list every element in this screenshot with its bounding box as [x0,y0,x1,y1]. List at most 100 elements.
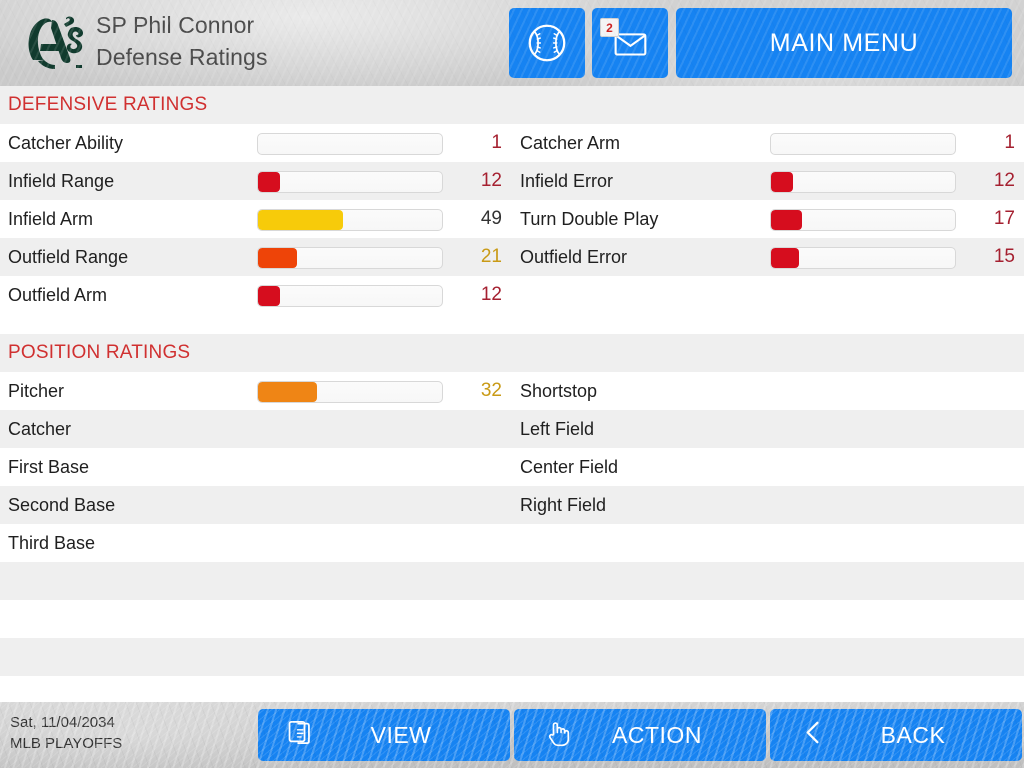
rating-bar-fill [258,172,281,192]
rating-cell-right: Shortstop [512,372,1024,410]
rating-bar-fill [771,172,794,192]
page-subtitle: Defense Ratings [96,44,268,70]
table-row[interactable]: Pitcher 32 Shortstop [0,372,1024,410]
rating-label: Outfield Error [520,246,628,267]
rating-label: Outfield Arm [8,284,108,305]
table-row[interactable]: Outfield Arm 12 [0,276,1024,314]
rating-cell-right: Left Field [512,410,1024,448]
back-button[interactable]: BACK [770,709,1022,761]
rating-cell-right [512,562,1024,600]
action-label: ACTION [612,721,702,748]
rating-bar-track [257,133,443,155]
rating-value: 12 [480,284,502,305]
rating-cell-left [0,638,512,676]
rating-bar-track [257,285,443,307]
rating-bar-fill [258,248,297,268]
table-row[interactable] [0,562,1024,600]
rating-cell-left: Infield Arm 49 [0,200,512,238]
rating-cell-left [0,600,512,638]
rating-cell-right: Turn Double Play 17 [512,200,1024,238]
ratings-content: DEFENSIVE RATINGS Catcher Ability 1 Catcher… [0,86,1024,714]
baseball-button[interactable] [509,8,585,78]
rating-value: 21 [480,246,502,267]
rating-cell-left: Catcher Ability 1 [0,124,512,162]
view-button[interactable]: VIEW [258,709,510,761]
app-root: SP Phil Connor Defense Ratings 2 MAIN ME… [0,0,1024,768]
rating-label: Infield Arm [8,208,94,229]
baseball-icon [528,24,566,62]
rating-label: Third Base [8,532,96,553]
rating-bar-track [257,209,443,231]
rating-label: Right Field [520,494,607,515]
rating-label: Turn Double Play [520,208,659,229]
rating-cell-right [512,276,1024,314]
rating-cell-right: Center Field [512,448,1024,486]
action-button[interactable]: ACTION [514,709,766,761]
rating-bar-fill [771,248,799,268]
table-row[interactable]: Second Base Right Field [0,486,1024,524]
rating-bar-track [257,171,443,193]
player-name: SP Phil Connor [96,12,255,38]
rating-cell-left: First Base [0,448,512,486]
table-row[interactable]: Infield Range 12 Infield Error 12 [0,162,1024,200]
rating-value: 32 [480,380,502,401]
rating-bar-fill [258,286,281,306]
section-spacer [0,314,1024,334]
rating-label: Catcher [8,418,72,439]
page-title: SP Phil Connor Defense Ratings [96,9,268,73]
mail-unread-badge: 2 [600,18,619,37]
table-row[interactable] [0,600,1024,638]
rating-bar-fill [771,210,803,230]
rating-value: 12 [993,170,1015,191]
rating-cell-left: Pitcher 32 [0,372,512,410]
rating-cell-right [512,638,1024,676]
rating-bar-track [770,247,956,269]
rating-cell-right: Outfield Error 15 [512,238,1024,276]
rating-cell-right [512,524,1024,562]
rating-bar-track [257,247,443,269]
table-row[interactable]: Catcher Left Field [0,410,1024,448]
hand-pointer-icon [542,718,572,753]
view-label: VIEW [370,721,432,748]
table-row[interactable] [0,638,1024,676]
table-row[interactable]: Catcher Ability 1 Catcher Arm 1 [0,124,1024,162]
rating-value: 1 [1004,132,1015,153]
rating-label: Left Field [520,418,595,439]
rating-value: 12 [480,170,502,191]
rating-value: 15 [993,246,1015,267]
rating-cell-left: Second Base [0,486,512,524]
section-header: DEFENSIVE RATINGS [0,86,1024,124]
rating-cell-right: Right Field [512,486,1024,524]
rating-label: First Base [8,456,90,477]
chevron-left-icon [798,718,828,753]
rating-cell-left: Outfield Range 21 [0,238,512,276]
section-header: POSITION RATINGS [0,334,1024,372]
rating-bar-track [770,209,956,231]
mail-button[interactable]: 2 [592,8,668,78]
document-copy-icon [286,718,316,753]
table-row[interactable]: Outfield Range 21 Outfield Error 15 [0,238,1024,276]
rating-label: Infield Error [520,170,614,191]
footer-date-block: Sat, 11/04/2034 MLB PLAYOFFS [10,712,122,754]
rating-bar-track [770,171,956,193]
table-row[interactable]: Infield Arm 49 Turn Double Play 17 [0,200,1024,238]
athletics-as-logo-icon [14,8,90,76]
app-footer: Sat, 11/04/2034 MLB PLAYOFFS VIEW ACTION… [0,702,1024,768]
rating-label: Second Base [8,494,116,515]
rating-value: 17 [993,208,1015,229]
main-menu-button[interactable]: MAIN MENU [676,8,1012,78]
table-row[interactable]: Third Base [0,524,1024,562]
rating-cell-right [512,600,1024,638]
rating-bar-track [257,381,443,403]
rating-cell-left: Third Base [0,524,512,562]
rating-label: Shortstop [520,380,598,401]
table-row[interactable]: First Base Center Field [0,448,1024,486]
footer-league: MLB PLAYOFFS [10,735,123,752]
rating-bar-fill [258,210,343,230]
section-title: POSITION RATINGS [8,342,191,363]
rating-value: 1 [491,132,502,153]
rating-label: Catcher Ability [8,132,124,153]
rating-label: Catcher Arm [520,132,621,153]
rating-label: Center Field [520,456,619,477]
rating-value: 49 [480,208,502,229]
